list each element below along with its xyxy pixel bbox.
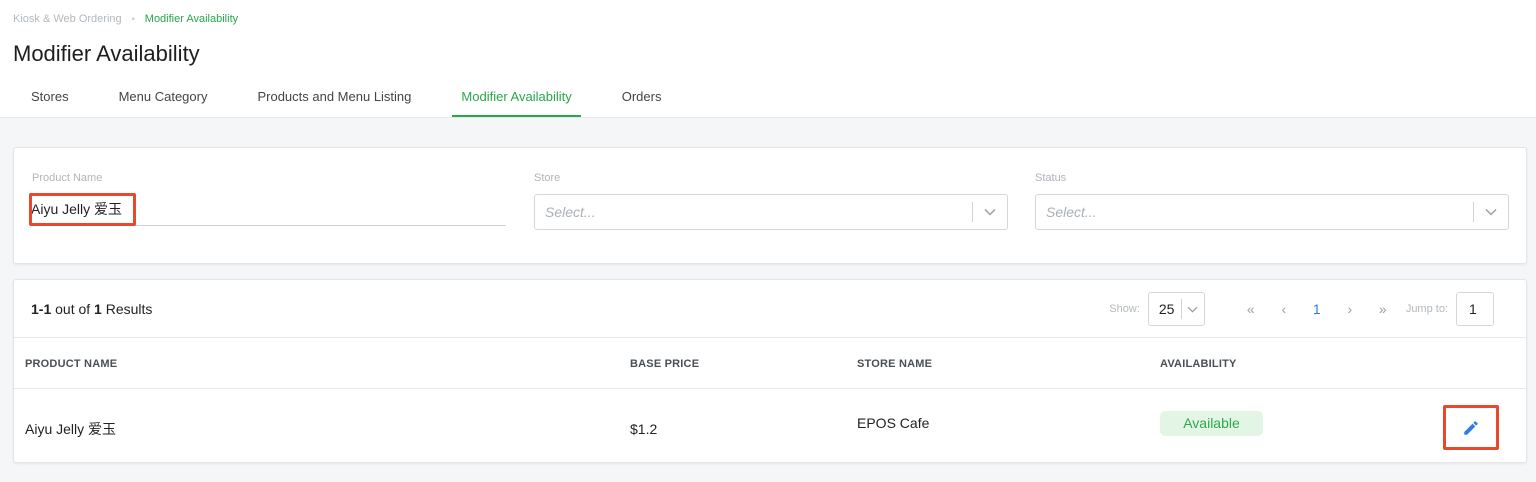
last-page-button[interactable]: » [1369,301,1397,317]
show-label: Show: [1109,303,1140,315]
page-header: Kiosk & Web Ordering • Modifier Availabi… [0,0,1536,118]
status-select-placeholder: Select... [1046,204,1097,220]
breadcrumb-current: Modifier Availability [144,13,239,25]
status-select[interactable]: Select... [1035,194,1509,230]
cell-base-price: $1.2 [630,421,658,437]
store-filter-label: Store [534,172,561,184]
column-header-product-name[interactable]: PRODUCT NAME [25,358,117,370]
page-number-button[interactable]: 1 [1303,301,1331,317]
availability-status-badge: Available [1160,411,1263,436]
jump-to-input[interactable] [1456,292,1494,326]
results-out-of: out of [51,301,95,317]
tab-orders[interactable]: Orders [613,78,671,117]
tab-bar: Stores Menu Category Products and Menu L… [13,78,702,118]
results-total: 1 [94,301,102,317]
table-row: Aiyu Jelly 爱玉 $1.2 EPOS Cafe Available [14,389,1526,464]
jump-to-label: Jump to: [1405,303,1448,315]
product-name-input[interactable] [31,192,506,226]
cell-store-name: EPOS Cafe [857,415,930,431]
edit-button[interactable] [1443,405,1499,450]
chevron-down-icon[interactable] [973,208,1007,216]
store-select[interactable]: Select... [534,194,1008,230]
breadcrumb: Kiosk & Web Ordering • Modifier Availabi… [13,13,238,25]
next-page-button[interactable]: › [1336,301,1364,317]
tab-menu-category[interactable]: Menu Category [110,78,217,117]
status-filter-label: Status [1035,172,1067,184]
tab-stores[interactable]: Stores [13,78,78,117]
filter-panel: Product Name Store Select... Status Sele… [13,147,1527,264]
tab-products-and-menu-listing[interactable]: Products and Menu Listing [248,78,420,117]
page-size-value: 25 [1158,301,1175,317]
column-header-base-price[interactable]: BASE PRICE [630,358,699,370]
breadcrumb-parent[interactable]: Kiosk & Web Ordering [13,13,122,25]
pagination: Show: 25 « ‹ 1 › » Jump to: [1109,291,1494,327]
results-panel: 1-1 out of 1 Results Show: 25 « ‹ 1 › » … [13,279,1527,463]
column-header-store-name[interactable]: STORE NAME [857,358,932,370]
tab-modifier-availability[interactable]: Modifier Availability [452,78,582,117]
results-range: 1-1 [31,301,52,317]
pencil-icon [1462,419,1480,437]
page-title: Modifier Availability [13,41,200,66]
column-header-availability[interactable]: AVAILABILITY [1160,358,1237,370]
first-page-button[interactable]: « [1237,301,1265,317]
breadcrumb-separator: • [131,14,135,24]
cell-product-name: Aiyu Jelly 爱玉 [25,421,117,437]
chevron-down-icon[interactable] [1474,208,1508,216]
store-select-placeholder: Select... [545,204,596,220]
results-summary: 1-1 out of 1 Results [31,301,152,317]
prev-page-button[interactable]: ‹ [1270,301,1298,317]
page-size-select[interactable]: 25 [1147,292,1205,326]
chevron-down-icon[interactable] [1182,306,1204,313]
table-header: PRODUCT NAME BASE PRICE STORE NAME AVAIL… [14,337,1526,389]
product-name-label: Product Name [32,172,103,184]
results-suffix: Results [101,301,153,317]
